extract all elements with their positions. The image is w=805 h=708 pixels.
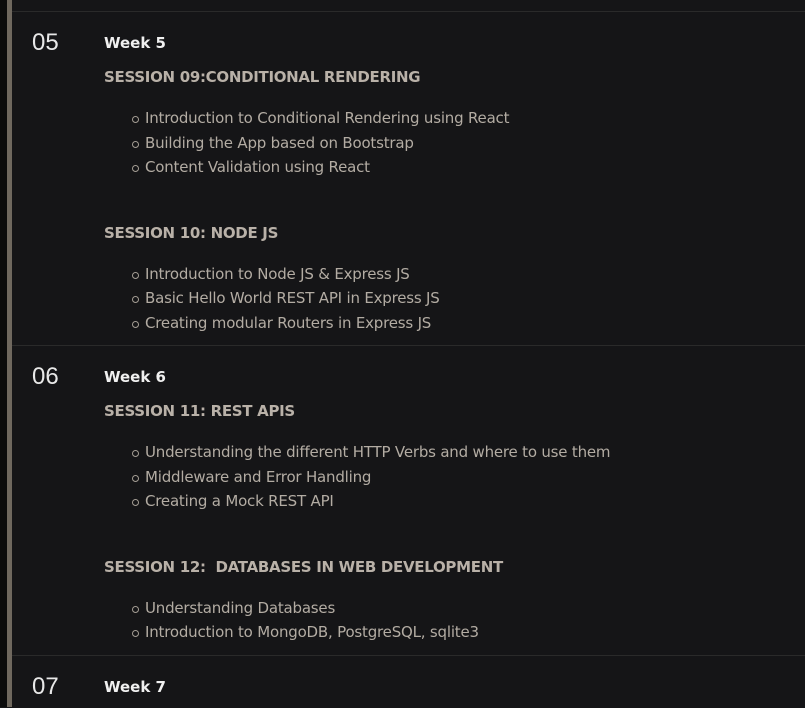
topic-item: Creating a Mock REST API <box>132 489 805 514</box>
topic-item: Introduction to Conditional Rendering us… <box>132 106 805 131</box>
session-title: SESSION 09:CONDITIONAL RENDERING <box>104 68 421 86</box>
topic-item: Introduction to MongoDB, PostgreSQL, sql… <box>132 620 805 645</box>
week-title: Week 6 <box>104 368 166 386</box>
week-number: 06 <box>32 363 59 390</box>
week-title: Week 7 <box>104 677 166 696</box>
topic-item: Middleware and Error Handling <box>132 465 805 490</box>
session-topics: Introduction to Node JS & Express JS Bas… <box>104 262 805 336</box>
topic-item: Content Validation using React <box>132 155 805 180</box>
session-topics: Understanding Databases Introduction to … <box>104 596 805 645</box>
topic-item: Introduction to Node JS & Express JS <box>132 262 805 287</box>
session-title: SESSION 11: REST APIS <box>104 402 295 420</box>
topic-item: Understanding Databases <box>132 596 805 621</box>
session-topics: Introduction to Conditional Rendering us… <box>104 106 805 180</box>
previous-week-end <box>12 0 805 12</box>
week-row: 06 Week 6 SESSION 11: REST APIS Understa… <box>12 346 805 656</box>
session-title: SESSION 12: DATABASES IN WEB DEVELOPMENT <box>104 557 503 576</box>
topic-item: Creating modular Routers in Express JS <box>132 311 805 336</box>
window-edge <box>0 0 7 707</box>
week-row: 07 Week 7 <box>12 656 805 708</box>
week-number: 07 <box>32 672 59 700</box>
week-row: 05 Week 5 SESSION 09:CONDITIONAL RENDERI… <box>12 12 805 346</box>
topic-item: Basic Hello World REST API in Express JS <box>132 286 805 311</box>
topic-item: Building the App based on Bootstrap <box>132 131 805 156</box>
topic-item: Understanding the different HTTP Verbs a… <box>132 440 805 465</box>
session-topics: Understanding the different HTTP Verbs a… <box>104 440 805 514</box>
session-title: SESSION 10: NODE JS <box>104 223 279 242</box>
curriculum-list: 05 Week 5 SESSION 09:CONDITIONAL RENDERI… <box>12 0 805 708</box>
week-title: Week 5 <box>104 34 166 52</box>
week-number: 05 <box>32 29 59 56</box>
